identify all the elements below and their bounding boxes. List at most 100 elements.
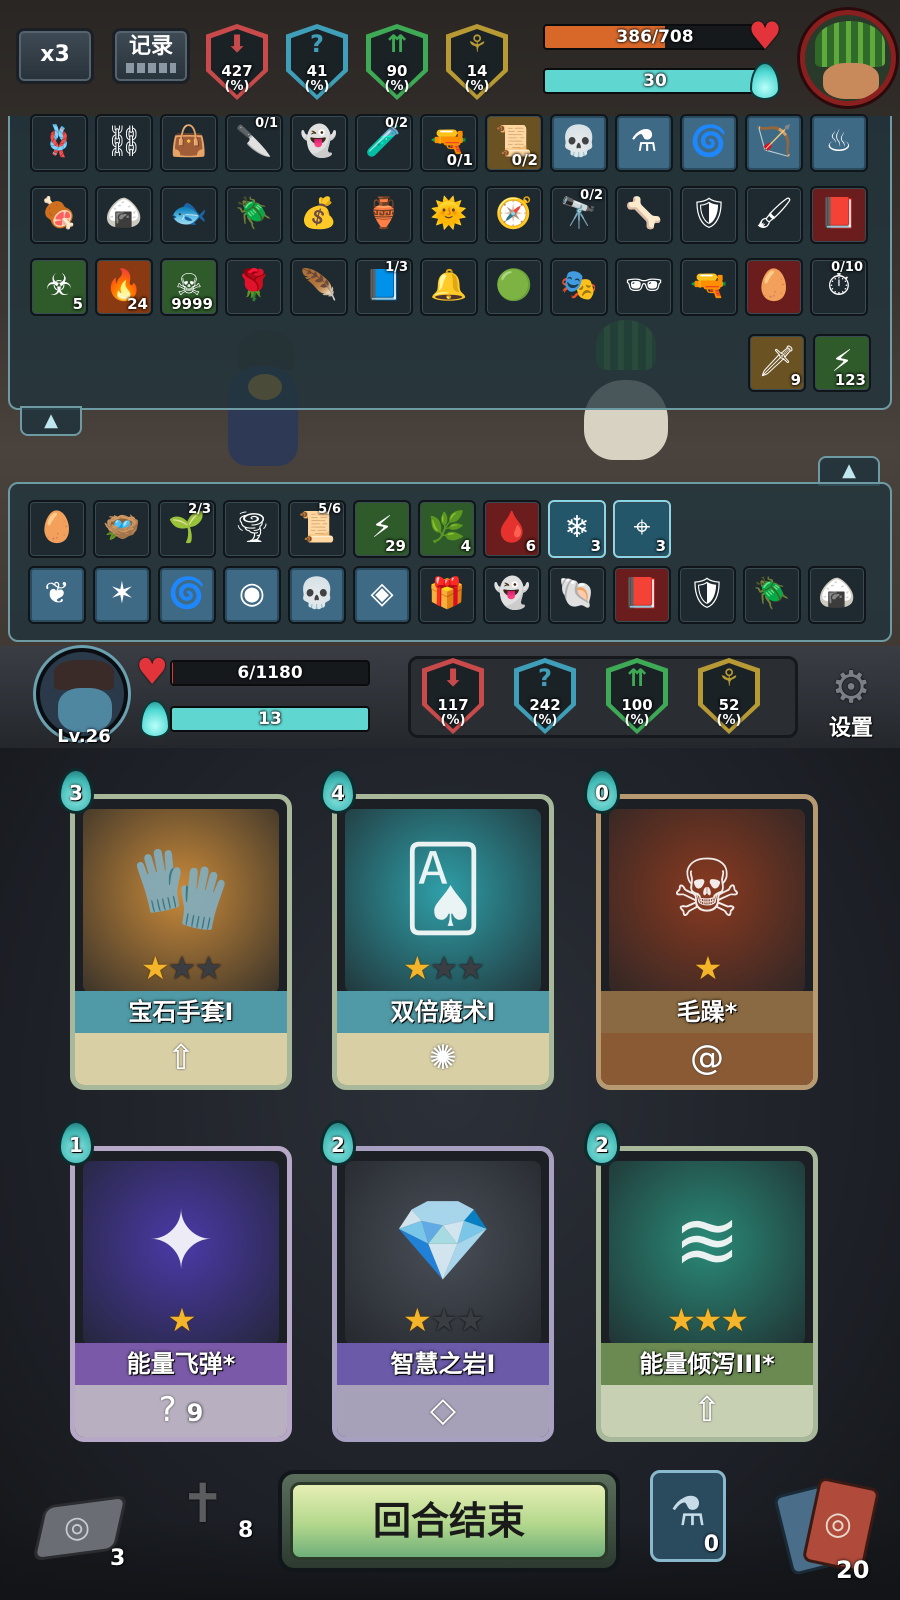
item-slot[interactable]: 🪲	[225, 186, 283, 244]
stat-unit: (%)	[304, 79, 330, 94]
potion-slot[interactable]: ⚗ 0	[650, 1470, 726, 1562]
item-slot[interactable]: 🌪	[223, 500, 281, 558]
item-slot[interactable]: 🥚	[28, 500, 86, 558]
item-slot[interactable]: 📘 1/3	[355, 258, 413, 316]
double-magic-icon: 🂡	[402, 842, 484, 935]
item-slot[interactable]: ⚡ 123	[813, 334, 871, 392]
player-stat-mystery-icon[interactable]: ? 242 (%)	[514, 658, 576, 734]
item-slot[interactable]: 💰	[290, 186, 348, 244]
player-mana-bar: 13	[170, 706, 370, 732]
item-slot[interactable]: 🎁	[418, 566, 476, 624]
item-count: 29	[385, 537, 406, 555]
card[interactable]: ✦ ★ 能量飞弹*? 9	[70, 1146, 292, 1442]
discard-pile-button[interactable]: ◎ 3	[30, 1480, 140, 1580]
player-stat-growth-icon[interactable]: ⇈ 100 (%)	[606, 658, 668, 734]
item-slot[interactable]: 🍙	[808, 566, 866, 624]
item-slot[interactable]: 🗡 9	[748, 334, 806, 392]
item-slot[interactable]: 🌞	[420, 186, 478, 244]
shield-icon: 🛡	[689, 196, 729, 231]
item-slot[interactable]: ⏱ 0/10	[810, 258, 868, 316]
item-slot[interactable]: ♨	[810, 114, 868, 172]
item-slot[interactable]: 🥚	[745, 258, 803, 316]
item-slot[interactable]: 🍖	[30, 186, 88, 244]
enemy-stat-mystery-icon[interactable]: ? 41 (%)	[286, 24, 348, 100]
enemy-stat-growth-icon[interactable]: ⇈ 90 (%)	[366, 24, 428, 100]
item-slot[interactable]: 🛡	[680, 186, 738, 244]
player-stat-luck-icon[interactable]: ⚘ 52 (%)	[698, 658, 760, 734]
item-slot[interactable]: 🧭	[485, 186, 543, 244]
item-slot[interactable]: 🪢	[30, 114, 88, 172]
item-slot[interactable]: ◈	[353, 566, 411, 624]
item-slot[interactable]: 🪶	[290, 258, 348, 316]
star-icon: ★	[720, 1301, 749, 1339]
item-slot[interactable]: 🦴	[615, 186, 673, 244]
item-slot[interactable]: 🔫	[680, 258, 738, 316]
item-slot[interactable]: ⚡ 29	[353, 500, 411, 558]
item-slot[interactable]: 📜 5/6	[288, 500, 346, 558]
item-slot[interactable]: ❦	[28, 566, 86, 624]
item-slot[interactable]: 🕶	[615, 258, 673, 316]
end-turn-button[interactable]: 回合结束	[278, 1470, 620, 1572]
item-slot[interactable]: 🌹	[225, 258, 283, 316]
item-slot[interactable]: 💀	[550, 114, 608, 172]
item-slot[interactable]: ⛓	[95, 114, 153, 172]
log-button[interactable]: 记录	[112, 28, 190, 84]
card-stars: ★★★	[337, 1301, 549, 1339]
star-icon: ★	[402, 949, 432, 987]
enemy-panel-collapse-button[interactable]: ▲	[20, 406, 82, 436]
graveyard-button[interactable]: ✝ 8	[160, 1472, 270, 1572]
item-slot[interactable]: 🌀	[680, 114, 738, 172]
item-slot[interactable]: ☣ 5	[30, 258, 88, 316]
item-slot[interactable]: 👻	[483, 566, 541, 624]
card[interactable]: ☠ ★ 毛躁* @	[596, 794, 818, 1090]
item-slot[interactable]: 🐚	[548, 566, 606, 624]
item-slot[interactable]: 🍙	[95, 186, 153, 244]
item-slot[interactable]: 💀	[288, 566, 346, 624]
stat-unit: (%)	[384, 79, 410, 94]
item-slot[interactable]: 🪺	[93, 500, 151, 558]
item-slot[interactable]: ⌖ 3	[613, 500, 671, 558]
item-count: 6	[525, 537, 536, 555]
item-slot[interactable]: 🎭	[550, 258, 608, 316]
heart-icon: ♥	[748, 14, 783, 58]
card[interactable]: 🧤 ★★★ 宝石手套I ⇧	[70, 794, 292, 1090]
item-slot[interactable]: 🐟	[160, 186, 218, 244]
item-slot[interactable]: 👜	[160, 114, 218, 172]
player-stat-attack-down-icon[interactable]: ⬇ 117 (%)	[422, 658, 484, 734]
item-slot[interactable]: ✶	[93, 566, 151, 624]
item-slot[interactable]: 🪲	[743, 566, 801, 624]
enemy-stat-attack-down-icon[interactable]: ⬇ 427 (%)	[206, 24, 268, 100]
enemy-stat-luck-icon[interactable]: ⚘ 14 (%)	[446, 24, 508, 100]
item-slot[interactable]: 🩸 6	[483, 500, 541, 558]
item-slot[interactable]: 🏺	[355, 186, 413, 244]
item-slot[interactable]: ❄ 3	[548, 500, 606, 558]
item-slot[interactable]: 🏹	[745, 114, 803, 172]
item-slot[interactable]: 🔔	[420, 258, 478, 316]
item-slot[interactable]: 🌱 2/3	[158, 500, 216, 558]
item-slot[interactable]: ⚗	[615, 114, 673, 172]
item-slot[interactable]: 🌿 4	[418, 500, 476, 558]
speed-button[interactable]: x3	[16, 28, 94, 84]
item-slot[interactable]: 🟢	[485, 258, 543, 316]
item-slot[interactable]: 📜 0/2	[485, 114, 543, 172]
card[interactable]: ≋ ★★★ 能量倾泻III* ⇧	[596, 1146, 818, 1442]
item-slot[interactable]: 🖌	[745, 186, 803, 244]
enemy-portrait[interactable]	[800, 10, 896, 106]
item-slot[interactable]: 🛡	[678, 566, 736, 624]
player-hat-icon	[54, 660, 114, 690]
item-slot[interactable]: 📕	[613, 566, 671, 624]
draw-pile-button[interactable]: ◎ 20	[770, 1470, 890, 1590]
item-slot[interactable]: 🔭 0/2	[550, 186, 608, 244]
item-slot[interactable]: 🔫 0/1	[420, 114, 478, 172]
item-slot[interactable]: 🔪 0/1	[225, 114, 283, 172]
item-slot[interactable]: 🔥 24	[95, 258, 153, 316]
card[interactable]: 💎 ★★★ 智慧之岩I ◇	[332, 1146, 554, 1442]
item-slot[interactable]: 👻	[290, 114, 348, 172]
item-slot[interactable]: 🌀	[158, 566, 216, 624]
item-slot[interactable]: ☠ 9999	[160, 258, 218, 316]
card[interactable]: 🂡 ★★★ 双倍魔术I ✺	[332, 794, 554, 1090]
item-slot[interactable]: ◉	[223, 566, 281, 624]
settings-button[interactable]: ⚙ 设置	[816, 666, 886, 742]
item-slot[interactable]: 📕	[810, 186, 868, 244]
item-slot[interactable]: 🧪 0/2	[355, 114, 413, 172]
